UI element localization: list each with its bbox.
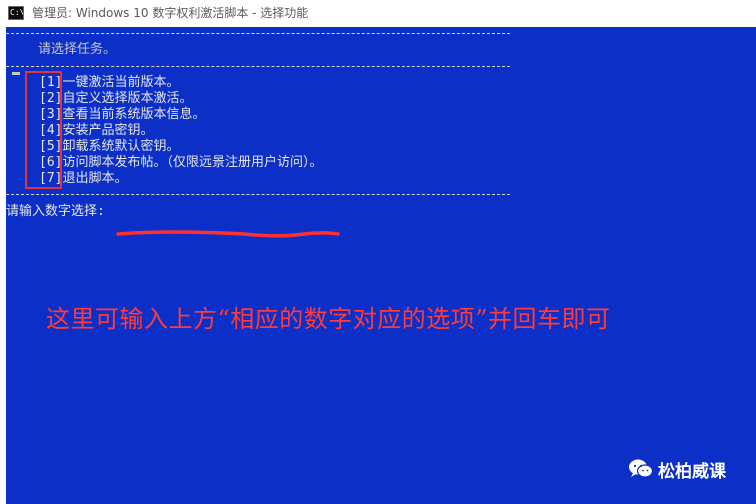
number-key-highlight bbox=[25, 71, 62, 189]
menu-label: 一键激活当前版本。 bbox=[62, 75, 180, 90]
menu-label: 查看当前系统版本信息。 bbox=[62, 107, 206, 122]
menu-label: 访问脚本发布帖。（仅限远景注册用户访问）。 bbox=[62, 155, 323, 170]
task-prompt-header: 请选择任务。 bbox=[38, 42, 117, 57]
menu-label: 安装产品密钥。 bbox=[62, 123, 154, 138]
input-prompt[interactable]: 请输入数字选择: bbox=[6, 204, 105, 220]
wechat-icon bbox=[629, 459, 654, 478]
input-underline-annotation bbox=[116, 230, 340, 238]
menu-item-2: [2]自定义选择版本激活。 bbox=[39, 91, 193, 107]
menu-item-3: [3]查看当前系统版本信息。 bbox=[39, 107, 206, 123]
watermark-text: 松柏威课 bbox=[658, 462, 726, 482]
separator-top bbox=[6, 33, 510, 34]
menu-label: 自定义选择版本激活。 bbox=[62, 91, 193, 106]
separator-bottom bbox=[6, 194, 510, 195]
console-area[interactable]: 请选择任务。 [1]一键激活当前版本。 [2]自定义选择版本激活。 [3]查看当… bbox=[6, 27, 756, 504]
instruction-annotation: 这里可输入上方“相应的数字对应的选项”并回车即可 bbox=[46, 305, 611, 333]
cursor-mark bbox=[12, 72, 20, 75]
menu-item-6: [6]访问脚本发布帖。（仅限远景注册用户访问）。 bbox=[39, 155, 323, 171]
menu-label: 退出脚本。 bbox=[62, 171, 128, 186]
title-bar[interactable]: C:\ 管理员: Windows 10 数字权利激活脚本 - 选择功能 bbox=[0, 0, 756, 27]
separator-middle bbox=[6, 66, 510, 67]
window-title: 管理员: Windows 10 数字权利激活脚本 - 选择功能 bbox=[32, 6, 309, 20]
cmd-icon: C:\ bbox=[8, 6, 24, 20]
menu-label: 卸载系统默认密钥。 bbox=[62, 139, 180, 154]
